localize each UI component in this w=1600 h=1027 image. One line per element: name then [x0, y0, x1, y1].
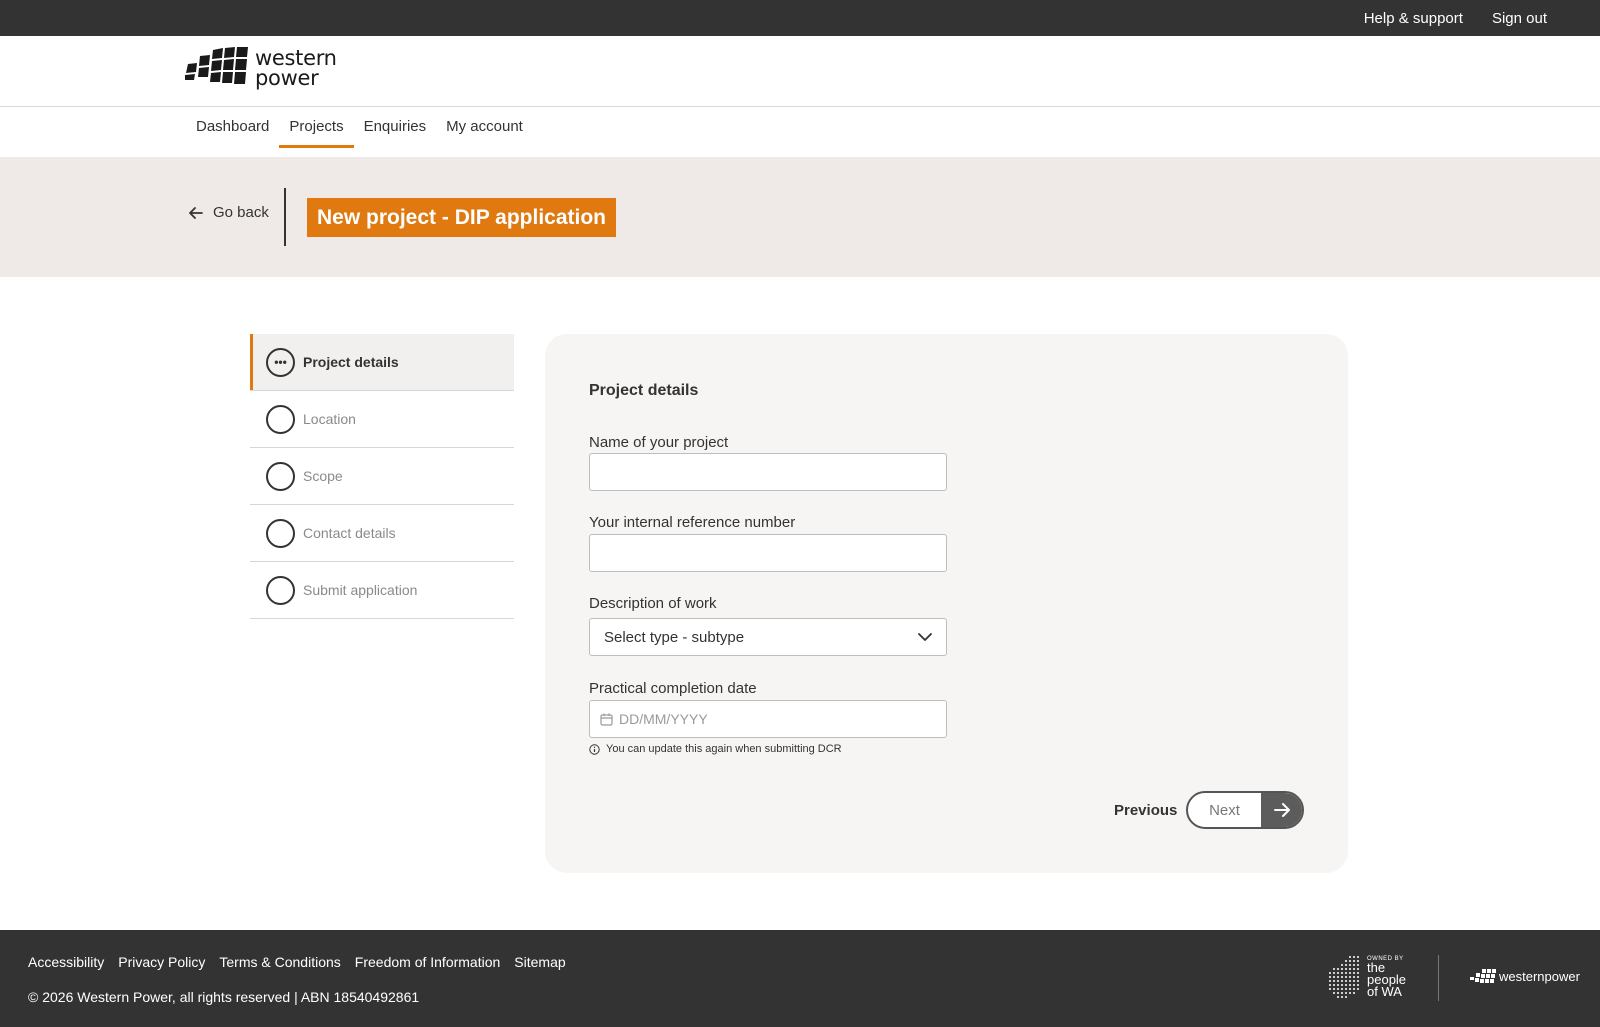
- utility-links: Help & support Sign out: [1364, 0, 1547, 36]
- date-placeholder: DD/MM/YYYY: [619, 711, 708, 727]
- info-icon: [589, 743, 600, 755]
- nav-item-my-account[interactable]: My account: [436, 107, 533, 146]
- footer-logo-text: westernpower: [1499, 968, 1580, 984]
- go-back-button[interactable]: Go back: [189, 204, 269, 221]
- project-name-input[interactable]: [589, 453, 947, 491]
- top-utility-bar: Help & support Sign out: [0, 0, 1600, 36]
- form-title: Project details: [589, 382, 699, 399]
- footer-link-freedom-of-information[interactable]: Freedom of Information: [355, 954, 501, 970]
- logo-wordmark: western power: [255, 46, 337, 90]
- owned-by-text: OWNED BY the people of WA: [1367, 956, 1406, 998]
- footer-divider: [1438, 955, 1439, 1001]
- hero-divider: [284, 188, 286, 246]
- footer-link-sitemap[interactable]: Sitemap: [514, 954, 565, 970]
- footer-western-power-logo[interactable]: westernpower: [1470, 968, 1580, 984]
- nav-item-enquiries[interactable]: Enquiries: [354, 107, 437, 146]
- nav-item-dashboard[interactable]: Dashboard: [186, 107, 279, 146]
- nav-item-projects[interactable]: Projects: [279, 107, 354, 148]
- reference-number-input[interactable]: [589, 534, 947, 572]
- wa-map-dots-icon: [1329, 956, 1359, 998]
- next-button[interactable]: Next: [1186, 791, 1304, 829]
- description-of-work-label: Description of work: [589, 595, 717, 612]
- empty-circle-icon: [266, 404, 295, 434]
- next-label: Next: [1209, 801, 1240, 819]
- reference-number-label: Your internal reference number: [589, 514, 796, 531]
- footer-link-terms-conditions[interactable]: Terms & Conditions: [219, 954, 340, 970]
- empty-circle-icon: [266, 461, 295, 491]
- empty-circle-icon: [266, 575, 295, 605]
- owned-by-people-of-wa-logo: OWNED BY the people of WA: [1327, 954, 1406, 1000]
- step-label: Project details: [303, 354, 399, 370]
- progress-steps: ••• Project details Location Scope Conta…: [250, 334, 514, 619]
- copyright-text: © 2026 Western Power, all rights reserve…: [28, 989, 420, 1005]
- select-value: Select type - subtype: [604, 628, 745, 646]
- project-details-form: Project details Name of your project You…: [545, 334, 1348, 873]
- step-label: Location: [303, 411, 356, 427]
- arrow-right-icon: [1261, 793, 1302, 827]
- step-label: Contact details: [303, 525, 396, 541]
- help-support-link[interactable]: Help & support: [1364, 10, 1463, 27]
- owned-line-of-wa: of WA: [1367, 984, 1402, 999]
- western-power-logo-mark-icon: [1470, 969, 1496, 983]
- step-label: Submit application: [303, 582, 418, 598]
- logo-line-western: western: [255, 46, 337, 70]
- date-hint: You can update this again when submittin…: [589, 743, 842, 755]
- project-name-label: Name of your project: [589, 434, 729, 451]
- step-location[interactable]: Location: [250, 391, 514, 448]
- step-label: Scope: [303, 468, 343, 484]
- hint-text: You can update this again when submittin…: [606, 743, 842, 755]
- nav-items: Dashboard Projects Enquiries My account: [186, 107, 533, 148]
- description-of-work-select[interactable]: Select type - subtype: [589, 618, 947, 656]
- empty-circle-icon: [266, 518, 295, 548]
- previous-button[interactable]: Previous: [1114, 802, 1177, 819]
- in-progress-icon: •••: [266, 347, 295, 377]
- western-power-logo-mark-icon: [185, 47, 248, 84]
- logo-line-power: power: [255, 66, 319, 90]
- completion-date-input[interactable]: DD/MM/YYYY: [589, 700, 947, 738]
- page-hero: Go back New project - DIP application: [0, 157, 1600, 277]
- step-submit-application[interactable]: Submit application: [250, 562, 514, 619]
- sign-out-link[interactable]: Sign out: [1492, 10, 1547, 27]
- chevron-down-icon: [918, 632, 932, 641]
- footer-link-privacy-policy[interactable]: Privacy Policy: [118, 954, 205, 970]
- step-contact-details[interactable]: Contact details: [250, 505, 514, 562]
- footer-link-accessibility[interactable]: Accessibility: [28, 954, 104, 970]
- footer-links: Accessibility Privacy Policy Terms & Con…: [28, 954, 566, 970]
- step-scope[interactable]: Scope: [250, 448, 514, 505]
- main-navigation: Dashboard Projects Enquiries My account: [0, 107, 1600, 157]
- site-footer: Accessibility Privacy Policy Terms & Con…: [0, 930, 1600, 1027]
- western-power-logo[interactable]: western power: [185, 46, 337, 90]
- logo-header: western power: [0, 36, 1600, 107]
- page-title: New project - DIP application: [307, 198, 616, 237]
- step-project-details[interactable]: ••• Project details: [250, 334, 514, 391]
- arrow-left-icon: [189, 206, 203, 219]
- calendar-icon: [600, 713, 613, 726]
- completion-date-label: Practical completion date: [589, 680, 757, 697]
- go-back-label: Go back: [213, 204, 269, 221]
